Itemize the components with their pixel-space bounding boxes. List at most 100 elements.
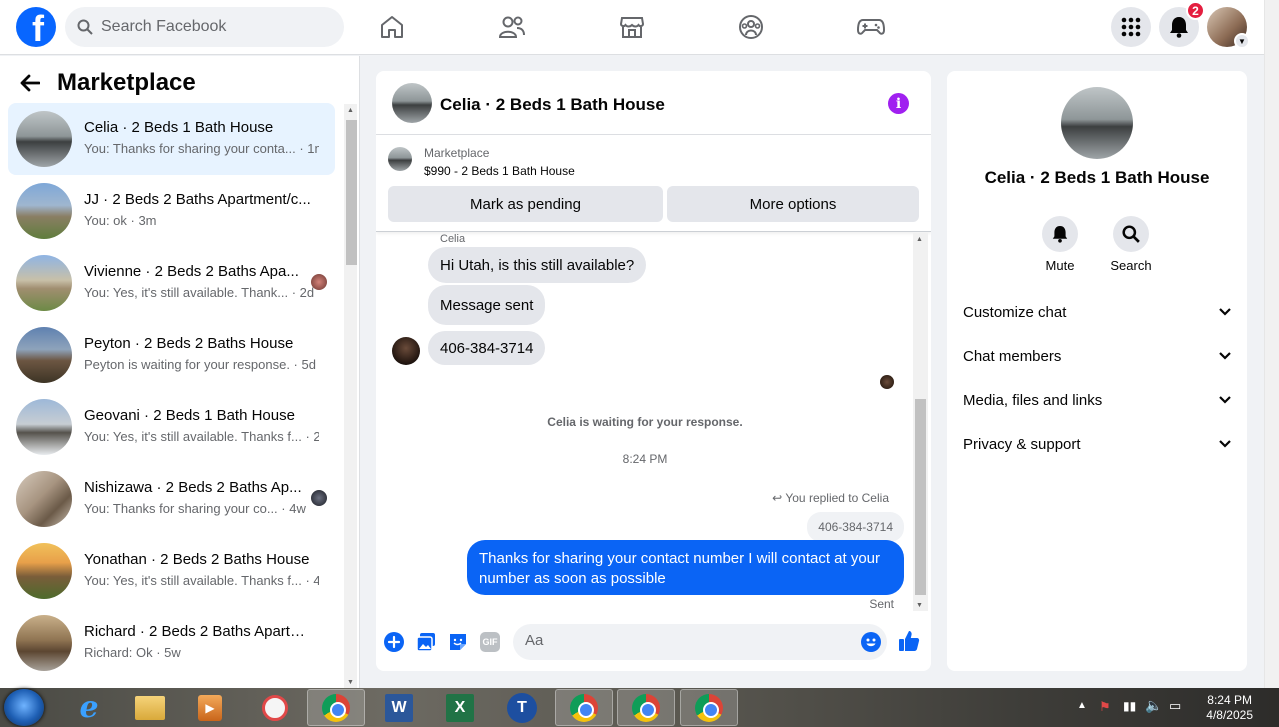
listing-thumbnail <box>16 543 72 599</box>
listing-thumbnail <box>388 147 412 171</box>
incoming-message[interactable]: 406-384-3714 <box>428 331 546 365</box>
marketplace-icon[interactable] <box>617 12 647 42</box>
privacy-support-section[interactable]: Privacy & support <box>947 422 1247 466</box>
conversation-item[interactable]: JJ · 2 Beds 2 Baths Apartment/c... You: … <box>8 175 335 247</box>
chevron-down-icon <box>1219 308 1231 316</box>
listing-thumbnail[interactable] <box>392 83 432 123</box>
chrome-profile-icon[interactable] <box>617 689 675 726</box>
more-options-button[interactable]: More options <box>667 186 919 222</box>
section-label: Media, files and links <box>963 391 1103 409</box>
internet-explorer-icon[interactable]: e <box>60 689 118 726</box>
notifications-button[interactable]: 2 <box>1159 1 1205 47</box>
chrome-icon[interactable] <box>307 689 365 726</box>
conversation-preview: You: Thanks for sharing your conta... · … <box>84 141 319 156</box>
chrome-profile-icon[interactable] <box>680 689 738 726</box>
show-hidden-icons-icon[interactable]: ▲ <box>1077 700 1087 711</box>
message-timestamp: 8:24 PM <box>622 452 668 466</box>
emoji-icon[interactable] <box>861 632 881 656</box>
facebook-logo[interactable]: f <box>16 7 56 47</box>
search-conversation-button[interactable]: Search <box>1101 216 1161 273</box>
taskbar-clock[interactable]: 8:24 PM 4/8/2025 <box>1206 693 1253 723</box>
word-icon[interactable]: W <box>370 689 428 726</box>
conversation-item[interactable]: Celia · 2 Beds 1 Bath House You: Thanks … <box>8 103 335 175</box>
groups-icon[interactable] <box>736 12 766 42</box>
chat-title[interactable]: Celia · 2 Beds 1 Bath House <box>440 95 665 115</box>
sender-avatar[interactable] <box>392 337 420 365</box>
conversation-item[interactable]: Yonathan · 2 Beds 2 Baths House You: Yes… <box>8 535 335 607</box>
mute-button[interactable]: Mute <box>1030 216 1090 273</box>
conversation-title: Richard · 2 Beds 2 Baths Apartm... <box>84 623 314 640</box>
conversation-item[interactable]: Nishizawa · 2 Beds 2 Baths Ap... You: Th… <box>8 463 335 535</box>
conversation-item[interactable]: Geovani · 2 Beds 1 Bath House You: Yes, … <box>8 391 335 463</box>
outgoing-message[interactable]: Thanks for sharing your contact number I… <box>467 540 904 595</box>
waiting-notice: Celia is waiting for your response. <box>547 415 743 429</box>
start-button[interactable] <box>4 689 44 726</box>
action-center-flag-icon[interactable]: ⚑ <box>1099 699 1111 715</box>
message-input[interactable] <box>525 632 845 649</box>
listing-price-title[interactable]: $990 - 2 Beds 1 Bath House <box>424 164 575 178</box>
power-icon[interactable]: ▭ <box>1169 698 1181 714</box>
chat-scrollbar[interactable]: ▲ ▼ <box>913 233 928 611</box>
file-explorer-icon[interactable] <box>121 689 179 726</box>
customize-chat-section[interactable]: Customize chat <box>947 290 1247 334</box>
media-player-icon[interactable]: ▶ <box>181 689 239 726</box>
scroll-down-arrow-icon[interactable]: ▼ <box>916 602 923 609</box>
conversation-item[interactable]: Richard · 2 Beds 2 Baths Apartm... Richa… <box>8 607 335 679</box>
chevron-down-icon <box>1219 352 1231 360</box>
listing-thumbnail <box>16 183 72 239</box>
excel-icon[interactable]: X <box>431 689 489 726</box>
chrome-profile-icon[interactable] <box>555 689 613 726</box>
gif-icon[interactable]: GIF <box>479 632 501 652</box>
home-icon[interactable] <box>377 12 407 42</box>
scrollbar-thumb[interactable] <box>346 120 357 265</box>
snipping-tool-icon[interactable] <box>246 689 304 726</box>
media-files-links-section[interactable]: Media, files and links <box>947 378 1247 422</box>
seen-avatar <box>311 274 327 290</box>
mark-as-pending-button[interactable]: Mark as pending <box>388 186 663 222</box>
search-input[interactable] <box>101 18 321 36</box>
conversation-preview: You: Yes, it's still available. Thanks f… <box>84 573 319 588</box>
volume-icon[interactable]: 🔈 <box>1145 697 1162 714</box>
chevron-down-icon: ▼ <box>1234 33 1250 49</box>
incoming-message[interactable]: Hi Utah, is this still available? <box>428 247 647 283</box>
listing-thumbnail <box>16 327 72 383</box>
conversation-item[interactable]: Vivienne · 2 Beds 2 Baths Apa... You: Ye… <box>8 247 335 319</box>
windows-taskbar: e ▶ W X T ▲ ⚑ ▮▮ 🔈 ▭ 8:24 PM 4/8/2025 <box>0 688 1279 727</box>
back-arrow-icon[interactable] <box>20 72 41 98</box>
message-input-box[interactable] <box>513 624 887 660</box>
listing-thumbnail <box>16 255 72 311</box>
conversation-preview: You: Yes, it's still available. Thanks f… <box>84 429 319 444</box>
menu-button[interactable] <box>1111 7 1151 47</box>
sticker-icon[interactable] <box>448 632 468 652</box>
app-t-icon[interactable]: T <box>493 689 551 726</box>
quoted-message[interactable]: 406-384-3714 <box>807 512 904 542</box>
network-icon[interactable]: ▮▮ <box>1123 699 1136 713</box>
gaming-icon[interactable] <box>856 12 886 42</box>
conversation-list-scrollbar[interactable]: ▲ ▼ <box>344 104 357 688</box>
scroll-up-arrow-icon[interactable]: ▲ <box>347 107 354 114</box>
scrollbar-thumb[interactable] <box>915 399 926 595</box>
chat-members-section[interactable]: Chat members <box>947 334 1247 378</box>
reply-icon: ↩ <box>772 491 783 505</box>
listing-thumbnail[interactable] <box>1061 87 1133 159</box>
notification-badge: 2 <box>1186 1 1205 20</box>
message-composer: GIF <box>376 621 931 663</box>
scroll-down-arrow-icon[interactable]: ▼ <box>347 679 354 686</box>
listing-thumbnail <box>16 111 72 167</box>
incoming-message[interactable]: Message sent <box>428 285 546 325</box>
photo-icon[interactable] <box>416 632 436 652</box>
page-scrollbar[interactable] <box>1264 0 1279 688</box>
plus-icon[interactable] <box>384 632 404 652</box>
friends-icon[interactable] <box>497 12 527 42</box>
account-avatar[interactable]: ▼ <box>1207 7 1250 49</box>
top-navigation-bar: f 2 ▼ <box>0 0 1264 55</box>
info-icon[interactable]: i <box>888 93 909 114</box>
conversation-item[interactable]: Peyton · 2 Beds 2 Baths House Peyton is … <box>8 319 335 391</box>
thumbs-up-icon[interactable] <box>898 630 920 652</box>
section-label: Chat members <box>963 347 1062 365</box>
scroll-up-arrow-icon[interactable]: ▲ <box>916 236 923 243</box>
chat-details-panel: Celia · 2 Beds 1 Bath House Mute Search … <box>947 71 1247 671</box>
listing-thumbnail <box>16 615 72 671</box>
read-receipt-avatar <box>880 375 894 389</box>
search-facebook[interactable] <box>65 7 344 47</box>
